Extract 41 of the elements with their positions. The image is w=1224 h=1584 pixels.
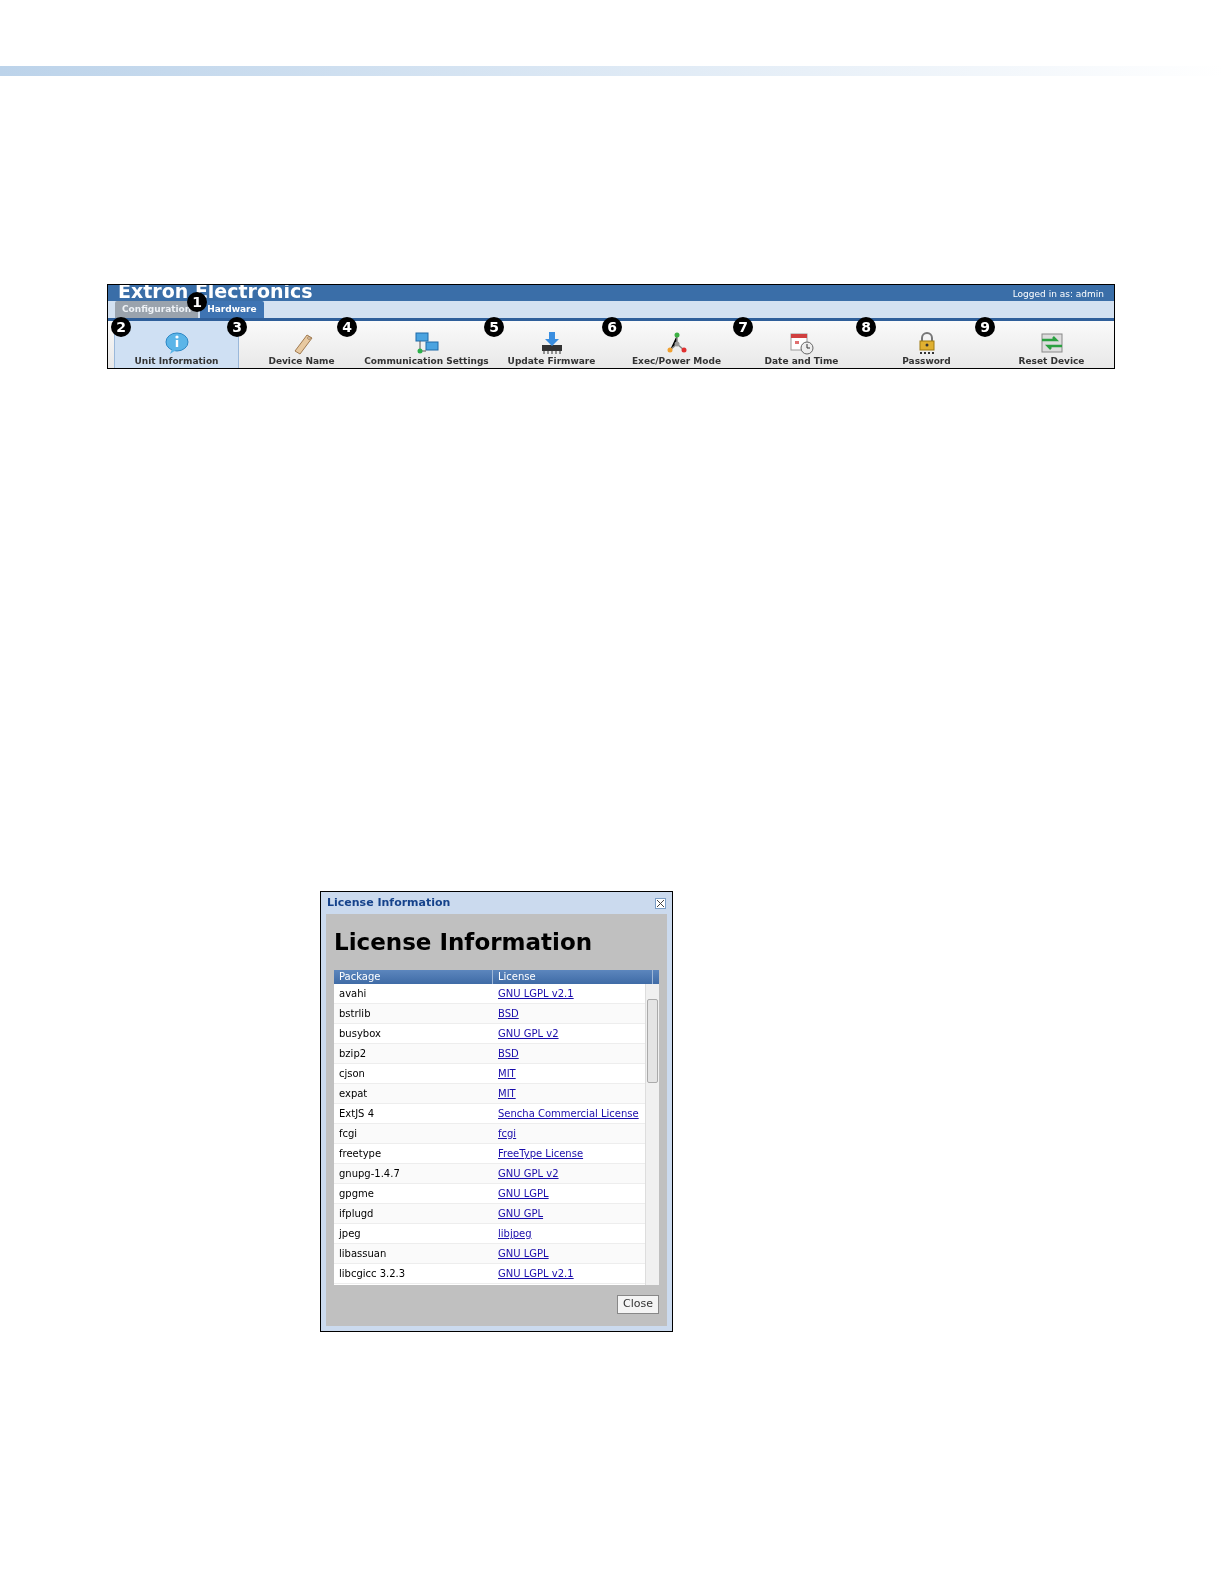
license-link[interactable]: Sencha Commercial License bbox=[493, 1106, 644, 1121]
table-cell-text: bstrlib bbox=[338, 1007, 372, 1021]
scrollbar[interactable] bbox=[645, 984, 659, 1285]
table-cell-text: gnupg-1.4.7 bbox=[338, 1167, 401, 1181]
license-link[interactable]: BSD bbox=[493, 1046, 524, 1061]
close-button[interactable]: Close bbox=[617, 1295, 659, 1314]
license-link[interactable]: BSD bbox=[493, 1006, 524, 1021]
table-cell-text: busybox bbox=[338, 1027, 382, 1041]
dialog-heading: License Information bbox=[334, 928, 594, 956]
table-cell-text: libassuan bbox=[338, 1247, 388, 1261]
login-status: Logged in as: admin bbox=[1012, 288, 1104, 301]
license-link[interactable]: GNU GPL v2 bbox=[493, 1166, 564, 1181]
calendar-clock-icon bbox=[788, 331, 815, 355]
table-cell-text: ifplugd bbox=[338, 1207, 375, 1221]
table-cell-text: ExtJS 4 bbox=[338, 1107, 375, 1121]
table-cell-text: bzip2 bbox=[338, 1047, 368, 1061]
license-link[interactable]: GNU GPL bbox=[493, 1206, 549, 1221]
license-link[interactable]: MIT bbox=[493, 1066, 521, 1081]
table-cell-text: gpgme bbox=[338, 1187, 375, 1201]
tab[interactable]: Hardware bbox=[200, 301, 264, 318]
license-link[interactable]: libjpeg bbox=[493, 1226, 537, 1241]
license-link[interactable]: GNU LGPL v2.1 bbox=[493, 1266, 579, 1281]
table-cell-text: jpeg bbox=[338, 1227, 362, 1241]
table-cell-text: avahi bbox=[338, 987, 368, 1001]
table-cell-text: freetype bbox=[338, 1147, 383, 1161]
table-cell-text: cjson bbox=[338, 1067, 366, 1081]
license-link[interactable]: GNU LGPL bbox=[493, 1186, 554, 1201]
close-icon[interactable] bbox=[655, 898, 666, 909]
license-link[interactable]: GNU GPL v2 bbox=[493, 1026, 564, 1041]
dialog-title: License Information bbox=[327, 895, 451, 912]
table-cell-text: fcgi bbox=[338, 1127, 359, 1141]
reset-arrows-icon bbox=[1038, 331, 1065, 355]
license-link[interactable]: GNU LGPL v2.1 bbox=[493, 986, 579, 1001]
license-link[interactable]: FreeType License bbox=[493, 1146, 589, 1161]
table-cell-text: expat bbox=[338, 1087, 369, 1101]
license-link[interactable]: MIT bbox=[493, 1086, 521, 1101]
license-link[interactable]: GNU LGPL bbox=[493, 1246, 554, 1261]
license-link[interactable]: fcgi bbox=[493, 1126, 522, 1141]
info-bubble-icon bbox=[163, 331, 190, 355]
network-icon bbox=[413, 331, 440, 355]
table-cell-text: libcgicc 3.2.3 bbox=[338, 1267, 407, 1281]
